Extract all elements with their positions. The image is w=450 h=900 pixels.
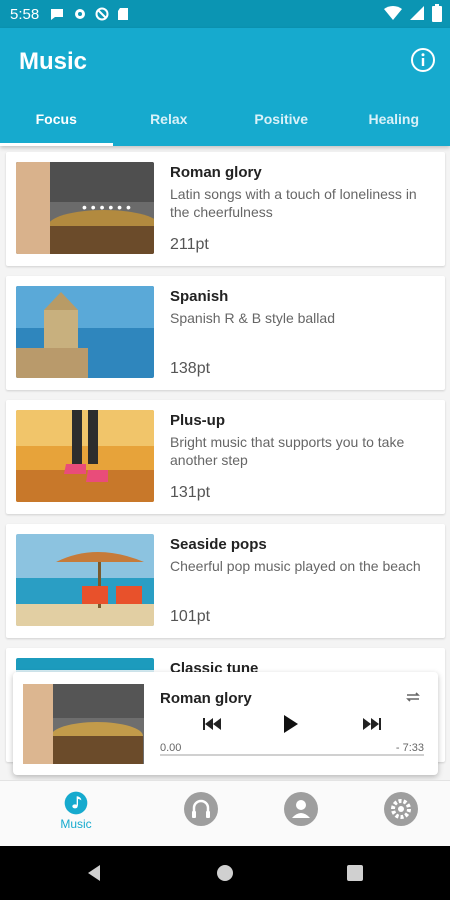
repeat-icon — [406, 692, 420, 702]
track-description: Spanish R & B style ballad — [170, 310, 335, 326]
nav-listen[interactable] — [181, 791, 221, 831]
track-thumbnail — [16, 410, 154, 502]
chat-icon — [51, 9, 64, 20]
skip-previous-icon — [203, 718, 221, 730]
nav-music[interactable]: Music — [56, 791, 96, 831]
system-navigation-bar — [0, 846, 450, 900]
track-description: Latin songs with a touch of loneliness i… — [170, 186, 417, 220]
gear-icon — [384, 792, 418, 826]
play-button[interactable] — [283, 715, 299, 738]
system-status-icons — [384, 4, 442, 22]
repeat-button[interactable] — [404, 690, 422, 709]
track-points: 211pt — [170, 236, 209, 253]
mini-player[interactable]: Roman glory 0.00 - 7:33 — [13, 672, 438, 775]
track-points: 101pt — [170, 608, 211, 625]
block-icon — [95, 7, 109, 21]
sd-card-icon — [118, 8, 129, 20]
status-time: 5:58 — [10, 5, 40, 23]
track-description: Cheerful pop music played on the beach — [170, 558, 421, 574]
track-title: Seaside pops — [170, 536, 267, 553]
person-icon — [284, 792, 318, 826]
track-thumbnail — [16, 534, 154, 626]
player-track-title: Roman glory — [160, 690, 252, 707]
track-thumbnail — [16, 286, 154, 378]
app-title: Music — [19, 48, 88, 75]
track-card[interactable]: • • • • • • Roman glory Latin songs with… — [6, 152, 445, 266]
bottom-nav: Music — [0, 780, 450, 847]
home-icon[interactable] — [216, 864, 234, 882]
notification-icons — [49, 6, 129, 22]
app-bar: Music Focus Relax Positive Healing — [0, 28, 450, 146]
nav-settings[interactable] — [381, 791, 421, 831]
recents-icon[interactable] — [346, 864, 364, 882]
track-title: Plus-up — [170, 412, 225, 429]
track-title: Spanish — [170, 288, 229, 305]
status-bar: 5:58 — [0, 0, 450, 28]
battery-icon — [432, 4, 442, 22]
track-points: 138pt — [170, 360, 211, 377]
next-button[interactable] — [363, 717, 381, 736]
music-note-icon — [64, 791, 88, 815]
category-tabs: Focus Relax Positive Healing — [0, 98, 450, 146]
tab-positive[interactable]: Positive — [225, 98, 338, 146]
progress-bar[interactable] — [160, 754, 424, 756]
settings-status-icon — [75, 9, 86, 19]
track-card[interactable]: Seaside pops Cheerful pop music played o… — [6, 524, 445, 638]
signal-icon — [410, 6, 424, 20]
track-card[interactable]: Spanish Spanish R & B style ballad 138pt — [6, 276, 445, 390]
player-artwork — [23, 684, 144, 764]
track-card[interactable]: Plus-up Bright music that supports you t… — [6, 400, 445, 514]
tab-focus[interactable]: Focus — [0, 98, 113, 146]
wifi-icon — [384, 6, 402, 20]
tab-relax[interactable]: Relax — [113, 98, 226, 146]
skip-next-icon — [363, 718, 381, 730]
back-icon[interactable] — [86, 864, 104, 882]
time-remaining: - 7:33 — [395, 742, 424, 754]
time-elapsed: 0.00 — [160, 742, 182, 754]
track-title: Roman glory — [170, 164, 262, 181]
headphones-icon — [184, 792, 218, 826]
previous-button[interactable] — [203, 717, 221, 736]
tab-healing[interactable]: Healing — [338, 98, 450, 146]
info-icon — [411, 48, 435, 72]
info-button[interactable] — [410, 47, 436, 73]
nav-profile[interactable] — [281, 791, 321, 831]
track-points: 131pt — [170, 484, 211, 501]
nav-music-label: Music — [60, 817, 92, 831]
svg-text:• • • • • •: • • • • • • — [82, 199, 131, 215]
play-icon — [284, 715, 298, 733]
track-description: Bright music that supports you to take a… — [170, 434, 405, 468]
track-thumbnail: • • • • • • — [16, 162, 154, 254]
